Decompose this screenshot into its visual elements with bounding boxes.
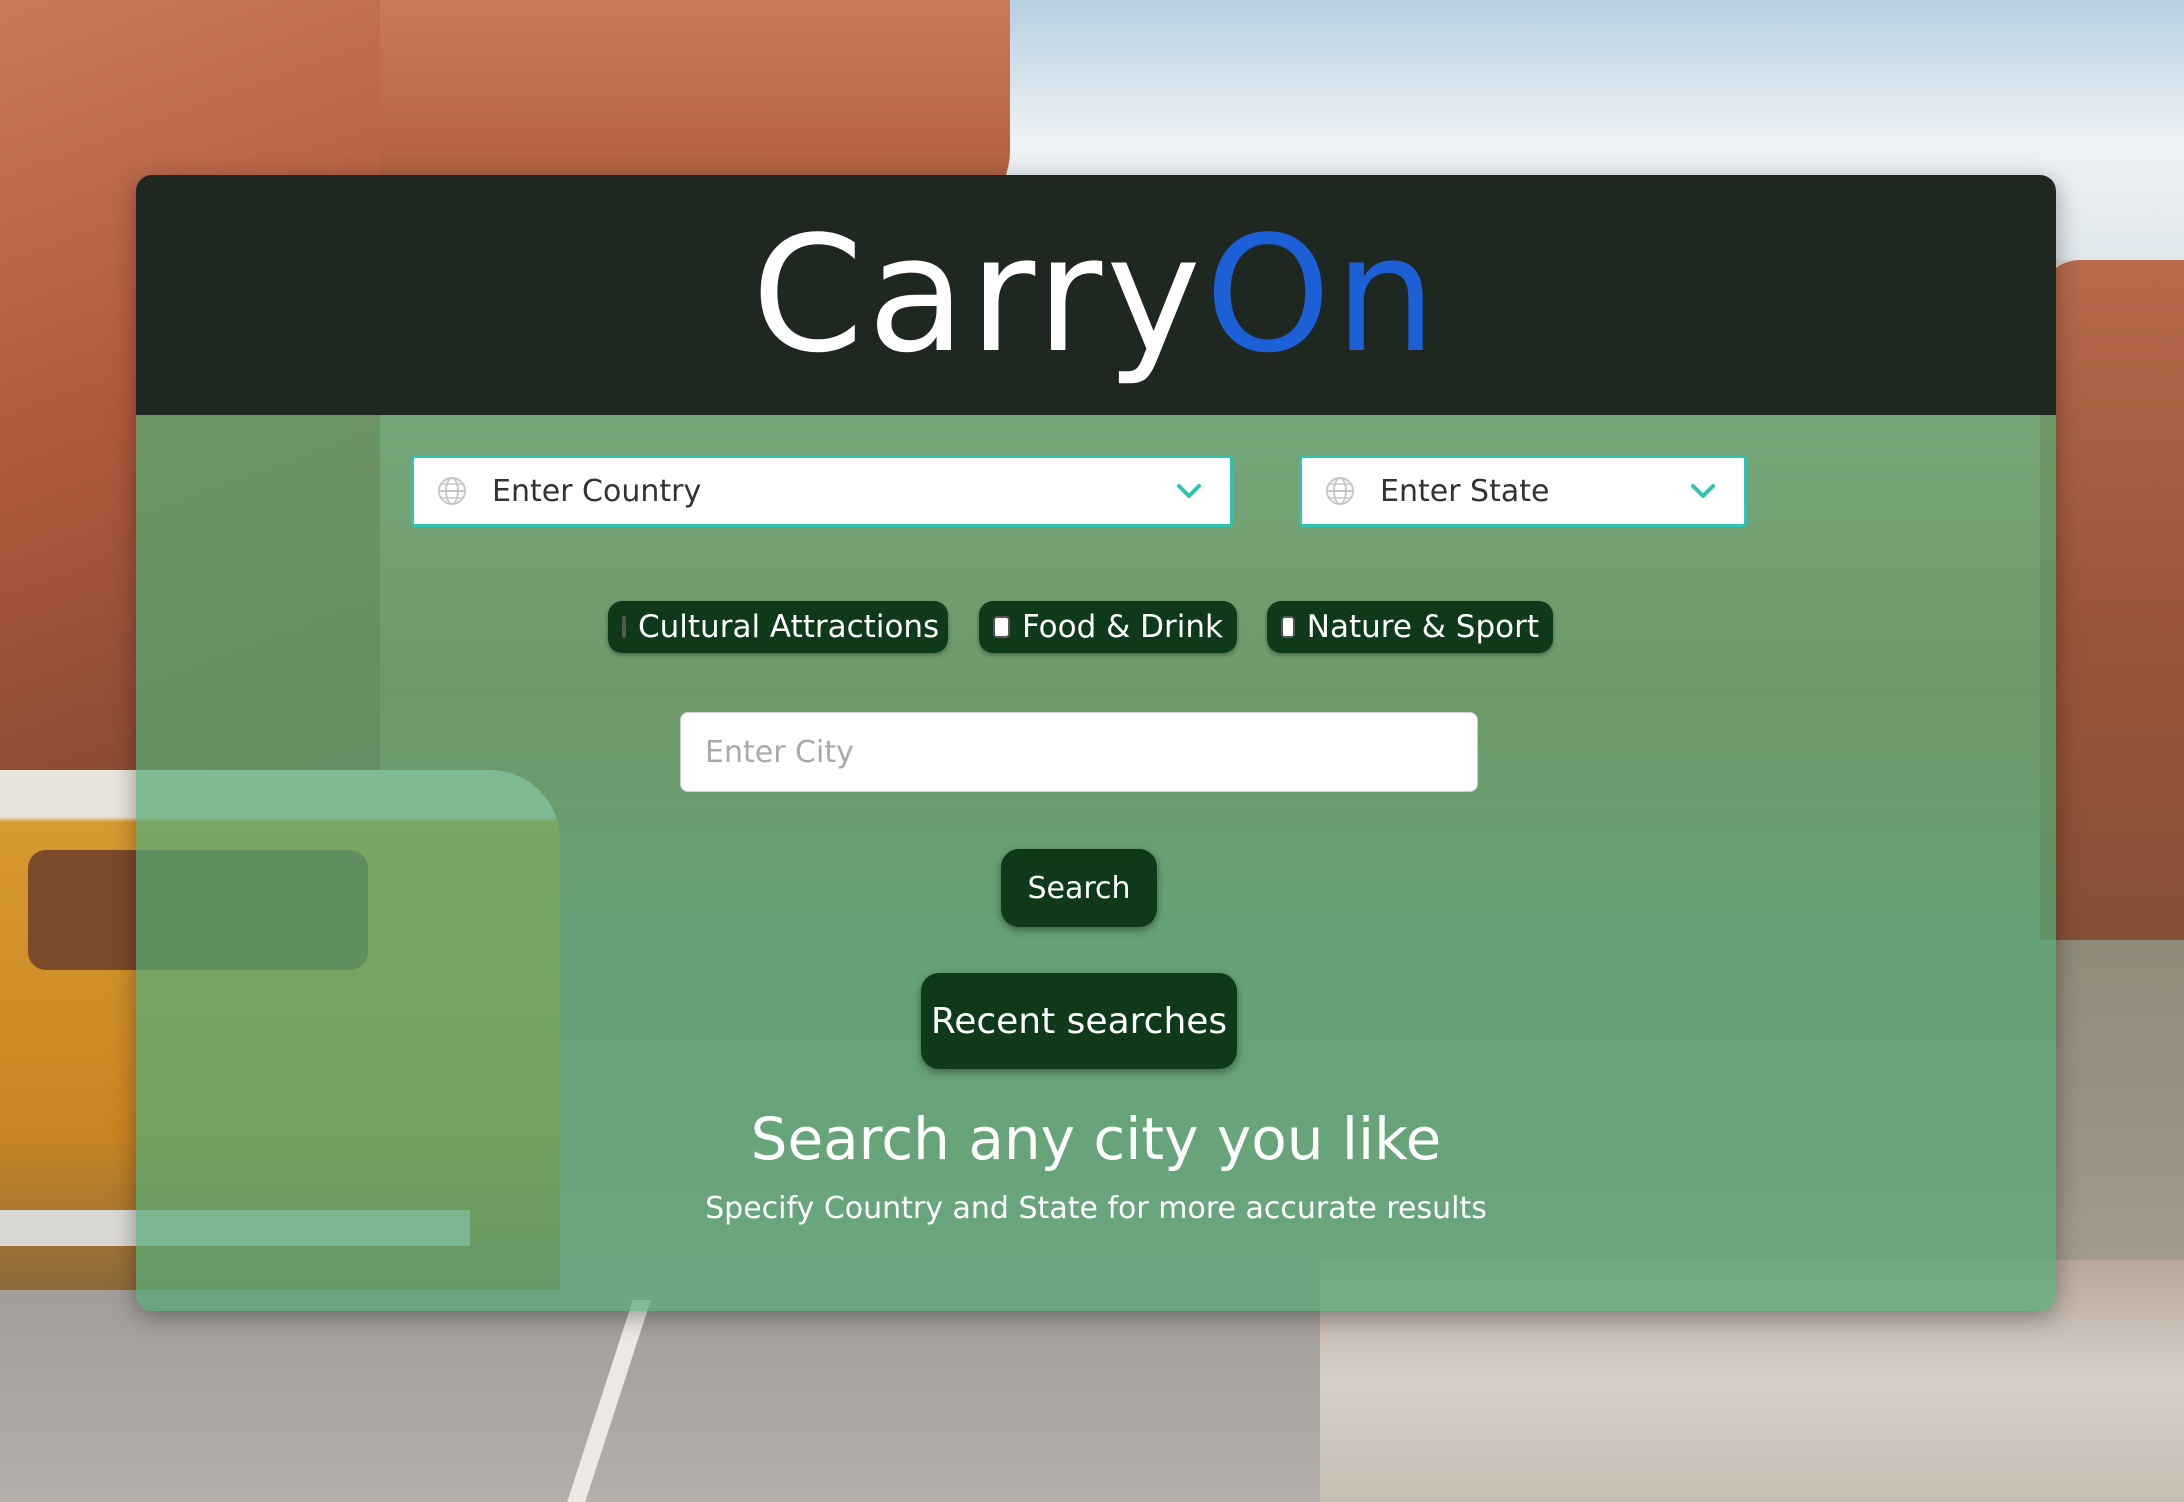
category-label: Nature & Sport (1306, 609, 1539, 645)
globe-icon (438, 477, 466, 505)
recent-searches-button[interactable]: Recent searches (921, 973, 1237, 1069)
state-select[interactable]: Enter State (1299, 455, 1747, 527)
search-form: Enter Country Enter State Cultural Attra… (136, 415, 2056, 1311)
category-cultural-attractions[interactable]: Cultural Attractions (608, 601, 948, 653)
info-headline: Search any city you like (750, 1105, 1442, 1173)
globe-icon (1326, 477, 1354, 505)
chevron-down-icon[interactable] (1688, 476, 1718, 506)
category-food-drink[interactable]: Food & Drink (979, 601, 1237, 653)
rock-formation (2040, 260, 2184, 940)
category-nature-sport[interactable]: Nature & Sport (1267, 601, 1553, 653)
logo-text: Carry (751, 201, 1205, 388)
city-input[interactable] (680, 712, 1478, 792)
info-subline: Specify Country and State for more accur… (705, 1191, 1487, 1226)
checkbox[interactable] (622, 616, 626, 638)
search-button[interactable]: Search (1001, 849, 1157, 927)
header: CarryOn (136, 175, 2056, 415)
category-label: Cultural Attractions (638, 609, 940, 645)
logo-accent-text: On (1204, 201, 1441, 388)
logo: CarryOn (136, 175, 2056, 415)
category-label: Food & Drink (1021, 609, 1223, 645)
state-select-label: Enter State (1380, 473, 1550, 509)
chevron-down-icon[interactable] (1174, 476, 1204, 506)
country-select-label: Enter Country (492, 473, 702, 509)
search-panel: CarryOn Enter Country Enter State Cultur… (136, 175, 2056, 1311)
checkbox[interactable] (1281, 616, 1295, 638)
country-select[interactable]: Enter Country (411, 455, 1233, 527)
checkbox[interactable] (993, 616, 1010, 638)
